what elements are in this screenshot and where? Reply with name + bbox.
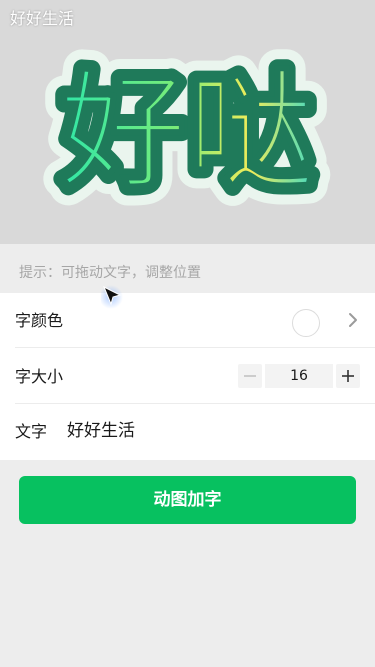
font-size-value[interactable]: 16 xyxy=(265,364,333,388)
sticker-text-fill: 好哒 xyxy=(58,58,315,207)
text-label: 文字 xyxy=(15,422,48,441)
gif-preview-area[interactable]: 好哒 好哒 好哒 好好生活 xyxy=(0,0,375,244)
font-color-row[interactable]: 字颜色 xyxy=(0,293,375,348)
page: 好哒 好哒 好哒 好好生活 提示：可拖动文字，调整位置 字颜色 字大小 16 文… xyxy=(0,0,375,667)
font-color-swatch[interactable] xyxy=(292,309,320,337)
font-color-label: 字颜色 xyxy=(15,311,64,330)
minus-icon xyxy=(244,375,256,377)
font-size-label: 字大小 xyxy=(15,367,64,386)
increase-size-button[interactable] xyxy=(336,364,360,388)
add-text-to-gif-button[interactable]: 动图加字 xyxy=(19,476,356,524)
decrease-size-button[interactable] xyxy=(238,364,262,388)
hint-text: 提示：可拖动文字，调整位置 xyxy=(19,265,201,281)
chevron-right-icon[interactable] xyxy=(346,311,360,329)
sticker-image: 好哒 好哒 好哒 xyxy=(41,41,332,224)
settings-card: 字颜色 字大小 16 文字 好好生活 xyxy=(0,293,375,460)
divider xyxy=(15,403,375,404)
text-input[interactable]: 好好生活 xyxy=(67,405,135,458)
plus-icon xyxy=(342,370,354,382)
mouse-pointer-icon xyxy=(101,285,123,309)
draggable-overlay-text[interactable]: 好好生活 xyxy=(10,9,74,29)
text-row: 文字 好好生活 xyxy=(0,405,375,460)
divider xyxy=(15,347,375,348)
font-size-row: 字大小 16 xyxy=(0,349,375,404)
